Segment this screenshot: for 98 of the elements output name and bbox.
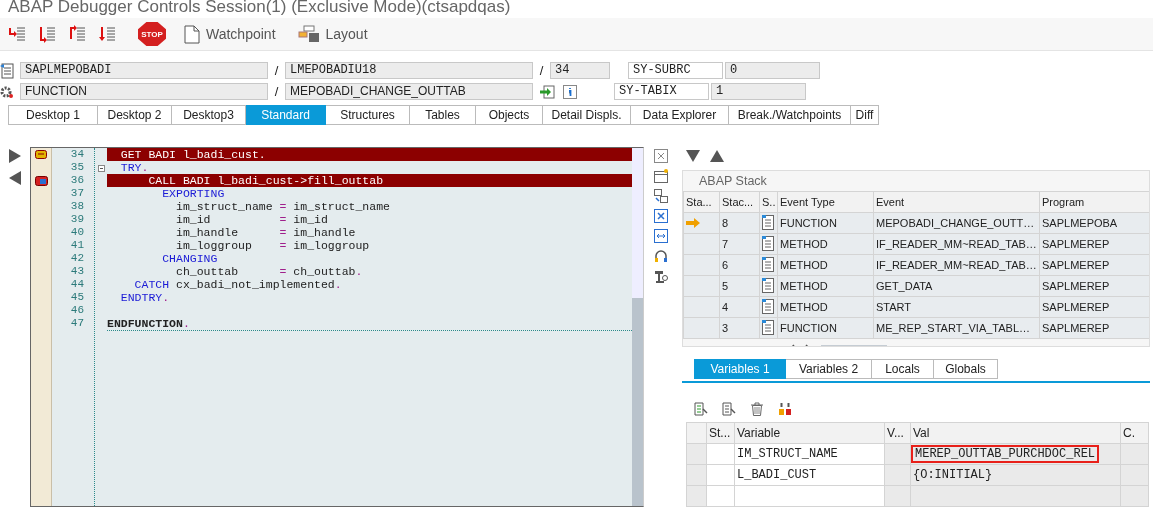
separator: / [273, 84, 280, 99]
tab[interactable]: Detail Displs. [543, 105, 631, 125]
column-header[interactable]: V... [884, 422, 911, 444]
code-line: CATCH cx_badi_not_implemented. [133, 278, 342, 291]
document-icon [762, 278, 774, 294]
separator: / [273, 63, 280, 78]
code-line: im_id = im_id [175, 213, 328, 226]
line-number: 44 [69, 278, 85, 291]
code-line: ENDTRY. [119, 291, 170, 304]
line-number: 36 [69, 174, 85, 187]
return-icon[interactable] [68, 25, 86, 43]
tab[interactable]: Objects [476, 105, 543, 125]
code-line: ENDFUNCTION. [107, 317, 190, 330]
tab[interactable]: Variables 2 [786, 359, 872, 380]
column-header[interactable]: Event [873, 191, 1040, 213]
step-into-icon[interactable] [8, 25, 26, 43]
line-number: 40 [69, 226, 85, 239]
table-cell: MEREP_OUTTAB_PURCHDOC_REL [911, 445, 1100, 463]
list-icon[interactable] [694, 401, 708, 416]
resize-icon[interactable] [654, 229, 668, 243]
execute-icon[interactable] [38, 25, 56, 43]
line-number: 35 [69, 161, 85, 174]
system-field-label: SY-SUBRC [628, 62, 723, 79]
tab[interactable]: Desktop 1 [8, 105, 98, 125]
tab[interactable]: Structures [326, 105, 410, 125]
document-icon [762, 320, 774, 336]
stop-button[interactable]: STOP [138, 22, 166, 46]
line-number: 45 [69, 291, 85, 304]
line-number: 37 [69, 187, 85, 200]
line-number: 38 [69, 200, 85, 213]
document-icon [762, 215, 774, 231]
system-field-value: 0 [725, 62, 820, 79]
breakpoint-icon[interactable] [35, 150, 47, 159]
column-header[interactable]: Event Type [777, 191, 874, 213]
column-header[interactable]: Stac... [719, 191, 760, 213]
column-header[interactable]: Variable [734, 422, 885, 444]
down-arrow-icon[interactable] [686, 150, 700, 163]
collapse-icon[interactable] [98, 165, 105, 172]
headset-icon[interactable] [654, 249, 668, 263]
current-arrow-icon [686, 217, 700, 228]
swap-icon[interactable] [654, 189, 668, 203]
close-icon[interactable] [654, 209, 668, 223]
tab[interactable]: Tables [410, 105, 476, 125]
tab[interactable]: Locals [872, 359, 934, 380]
navigate-icon[interactable] [539, 84, 555, 99]
column-header[interactable]: St... [706, 422, 735, 444]
line-number: 41 [69, 239, 85, 252]
tab[interactable]: Desktop3 [172, 105, 246, 125]
list-detail-icon[interactable] [722, 401, 736, 416]
tab[interactable]: Break./Watchpoints [729, 105, 851, 125]
tab[interactable]: Desktop 2 [98, 105, 172, 125]
code-line: GET BADI l_badi_cust. [119, 148, 266, 161]
watchpoint-button[interactable]: Watchpoint [180, 24, 280, 44]
window-title: ABAP Debugger Controls Session(1) (Exclusive Mode)(ctsapdqas) [7, 0, 512, 18]
line-field: 34 [550, 62, 610, 79]
up-arrow-icon[interactable] [710, 150, 724, 163]
separator: / [538, 63, 545, 78]
line-number: 42 [69, 252, 85, 265]
code-line: im_struct_name = im_struct_name [175, 200, 390, 213]
delete-icon[interactable] [750, 401, 764, 416]
back-arrow-icon[interactable] [9, 171, 21, 185]
code-line: CALL BADI l_badi_cust->fill_outtab [147, 174, 384, 187]
code-line: TRY. [119, 161, 149, 174]
document-icon [762, 257, 774, 273]
continue-icon[interactable] [98, 25, 116, 43]
tool-icon[interactable] [654, 269, 668, 283]
line-number: 47 [69, 317, 85, 330]
code-line: CHANGING [161, 252, 218, 265]
info-icon[interactable] [563, 84, 577, 99]
column-header[interactable]: C. [1120, 422, 1149, 444]
close-panel-icon[interactable] [654, 149, 668, 163]
line-number: 39 [69, 213, 85, 226]
line-number: 34 [69, 148, 85, 161]
panel-title: ABAP Stack [683, 170, 1149, 191]
line-number: 46 [69, 304, 85, 317]
column-header[interactable]: Val [910, 422, 1121, 444]
document-icon [762, 299, 774, 315]
table-cell: {O:INITIAL} [913, 468, 993, 482]
arrange-icon[interactable] [778, 401, 792, 416]
code-line: im_handle = im_handle [175, 226, 356, 239]
forward-arrow-icon[interactable] [9, 149, 21, 163]
system-field-value: 1 [711, 83, 806, 100]
scrollbar[interactable] [632, 298, 643, 506]
tab[interactable]: Diff [851, 105, 879, 125]
system-field-label: SY-TABIX [614, 83, 709, 100]
column-header[interactable]: Sta... [683, 191, 720, 213]
layout-icon [297, 25, 320, 43]
new-window-icon[interactable] [654, 169, 668, 183]
tab[interactable]: Globals [934, 359, 998, 380]
code-line: EXPORTING [161, 187, 225, 200]
line-number: 43 [69, 265, 85, 278]
document-icon [762, 236, 774, 252]
document-icon [184, 24, 200, 44]
layout-button[interactable]: Layout [293, 25, 372, 43]
code-line: im_loggroup = im_loggroup [175, 239, 370, 252]
code-line: ch_outtab = ch_outtab. [175, 265, 363, 278]
column-header[interactable]: Program [1039, 191, 1149, 213]
tab[interactable]: Data Explorer [631, 105, 729, 125]
